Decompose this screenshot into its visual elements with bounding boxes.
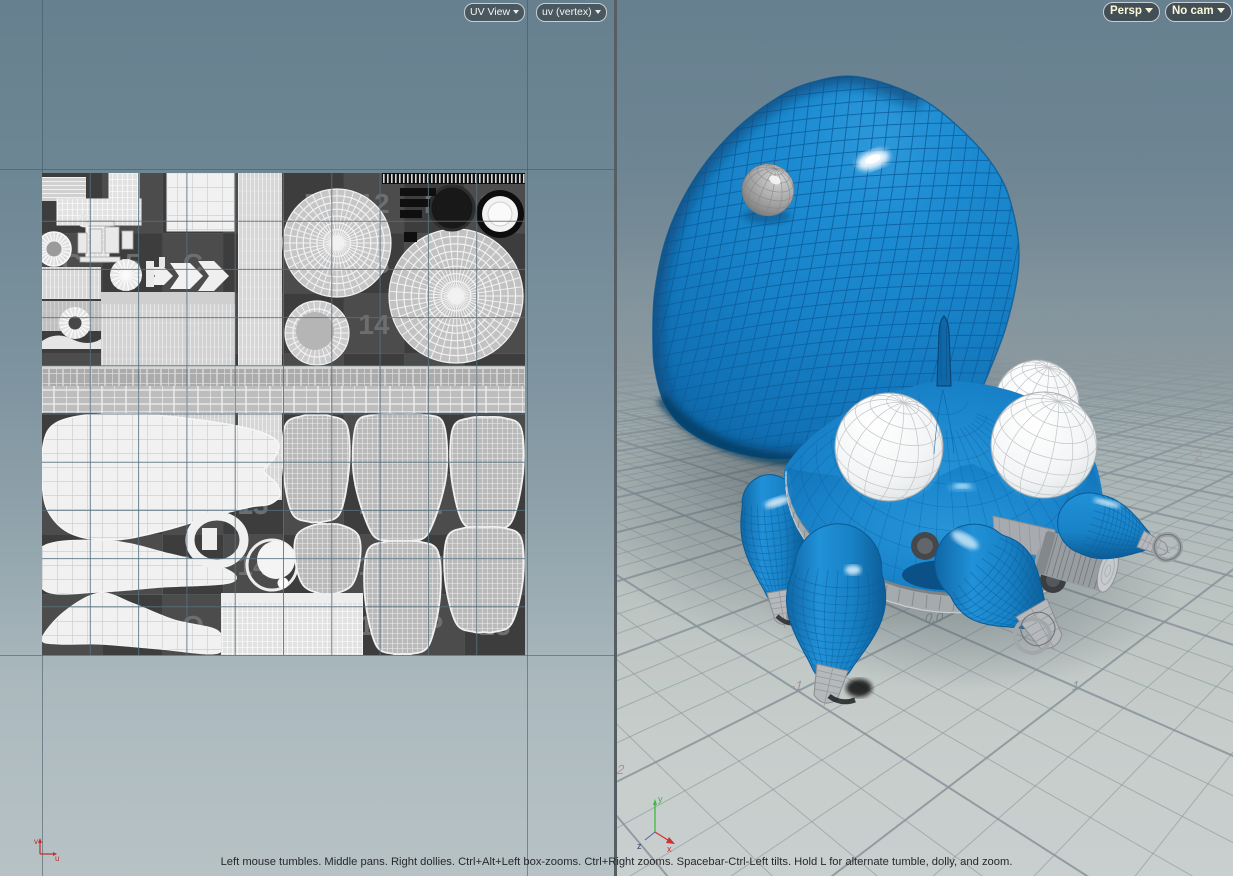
svg-text:z: z [637,841,642,851]
svg-text:14: 14 [358,309,390,340]
svg-text:x: x [667,844,672,854]
svg-text:y: y [658,794,663,804]
svg-text:v: v [34,837,38,846]
